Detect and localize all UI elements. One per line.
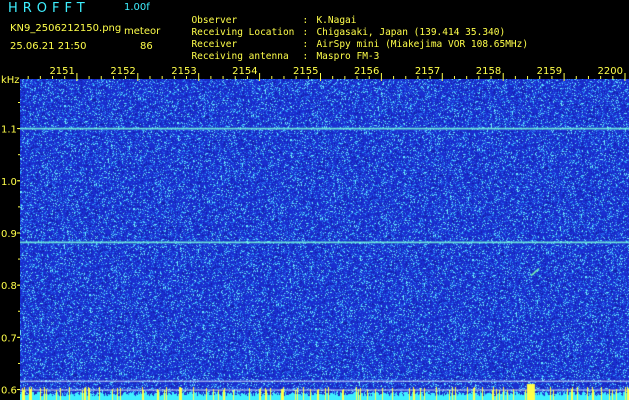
info-label: Receiving antenna — [191, 51, 289, 62]
x-tick-label: 2155 — [293, 66, 318, 77]
info-row-antenna: Receiving antenna: Maspro FM-3 — [180, 40, 379, 62]
app-title: HROFFT — [8, 1, 90, 16]
y-tick-label: 1.0 — [1, 177, 17, 188]
hroffft-window: { "header": { "app_name": "HROFFT", "ver… — [0, 0, 629, 400]
y-axis-unit: kHz — [1, 75, 20, 86]
image-filename: KN9_2506212150.png — [10, 23, 122, 34]
meteor-count-value: 86 — [140, 41, 153, 52]
x-tick-label: 2159 — [537, 66, 562, 77]
meteor-count-label: meteor — [124, 26, 161, 37]
info-colon: : — [302, 51, 309, 62]
x-tick-label: 2151 — [49, 66, 74, 77]
x-tick-label: 2200 — [598, 66, 623, 77]
y-tick-label: 0.6 — [1, 386, 17, 397]
y-tick-label: 0.9 — [1, 229, 17, 240]
spectrogram-axes: kHz 1.1 1.0 0.9 0.8 0.7 0.6 2151 2152 2153 2154 215… — [1, 66, 626, 397]
x-tick-label: 2158 — [476, 66, 501, 77]
x-tick-label: 2152 — [110, 66, 135, 77]
app-version: 1.00f — [124, 2, 150, 13]
y-tick-label: 0.7 — [1, 333, 17, 344]
x-tick-label: 2153 — [171, 66, 196, 77]
y-tick-label: 0.8 — [1, 281, 17, 292]
y-tick-label: 1.1 — [1, 125, 17, 136]
info-value: Maspro FM-3 — [316, 51, 380, 62]
x-tick-label: 2157 — [415, 66, 440, 77]
x-tick-label: 2154 — [232, 66, 257, 77]
x-tick-label: 2156 — [354, 66, 379, 77]
observation-timestamp: 25.06.21 21:50 — [10, 41, 87, 52]
